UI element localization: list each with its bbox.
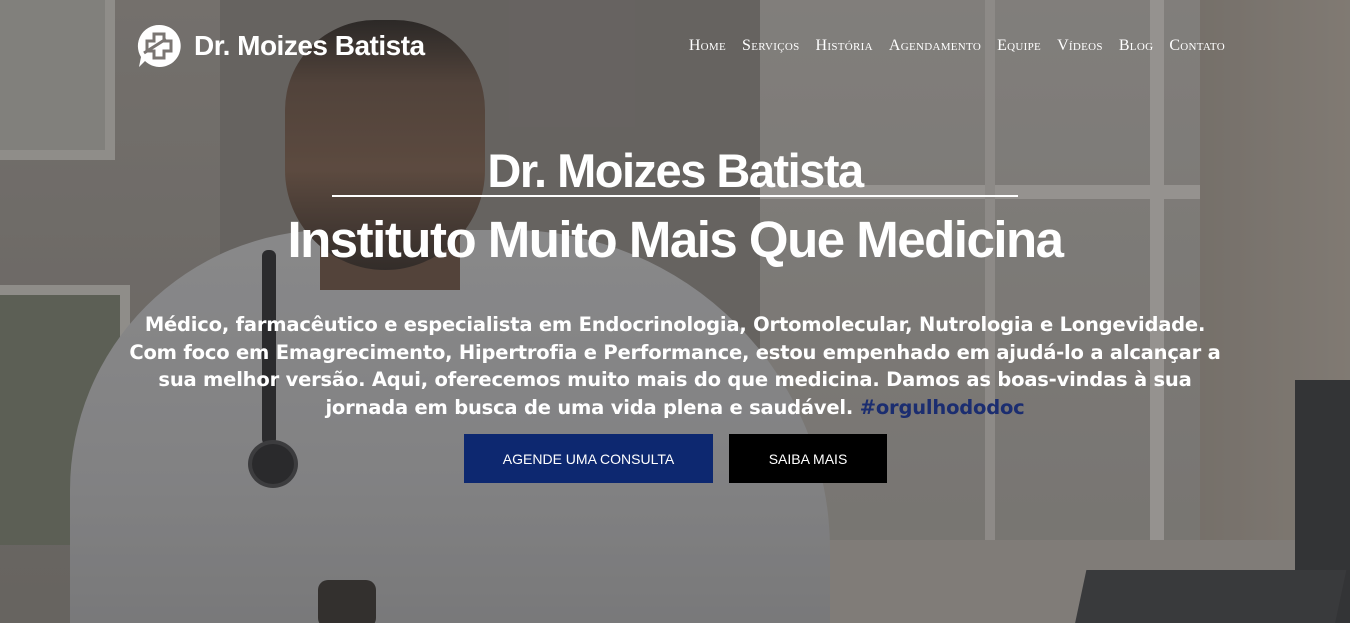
nav-item-videos[interactable]: Vídeos [1057, 36, 1103, 56]
nav-item-blog[interactable]: Blog [1119, 36, 1153, 56]
site-header: Dr. Moizes Batista Home Serviços Históri… [0, 0, 1350, 92]
nav-item-agendamento[interactable]: Agendamento [889, 36, 981, 56]
hero-subtitle: Instituto Muito Mais Que Medicina [287, 211, 1064, 268]
brand-name: Dr. Moizes Batista [194, 30, 425, 61]
learn-more-button[interactable]: SAIBA MAIS [729, 434, 887, 483]
hero-title: Dr. Moizes Batista [487, 144, 864, 197]
nav-item-home[interactable]: Home [689, 36, 726, 56]
nav-item-contato[interactable]: Contato [1169, 36, 1225, 56]
title-divider [332, 195, 1018, 197]
nav-item-historia[interactable]: História [816, 36, 873, 56]
hashtag-link[interactable]: #orgulhododoc [860, 396, 1025, 419]
nav-item-equipe[interactable]: Equipe [997, 36, 1041, 56]
hero-section: Dr. Moizes Batista Home Serviços Históri… [0, 0, 1350, 623]
hero-description-text: Médico, farmacêutico e especialista em E… [129, 313, 1221, 419]
main-nav: Home Serviços História Agendamento Equip… [689, 36, 1225, 56]
medical-cross-chat-icon [136, 23, 182, 69]
nav-item-servicos[interactable]: Serviços [742, 36, 799, 56]
schedule-consultation-button[interactable]: AGENDE UMA CONSULTA [464, 434, 713, 483]
hero-description: Médico, farmacêutico e especialista em E… [128, 311, 1222, 421]
brand-logo[interactable]: Dr. Moizes Batista [136, 23, 425, 69]
